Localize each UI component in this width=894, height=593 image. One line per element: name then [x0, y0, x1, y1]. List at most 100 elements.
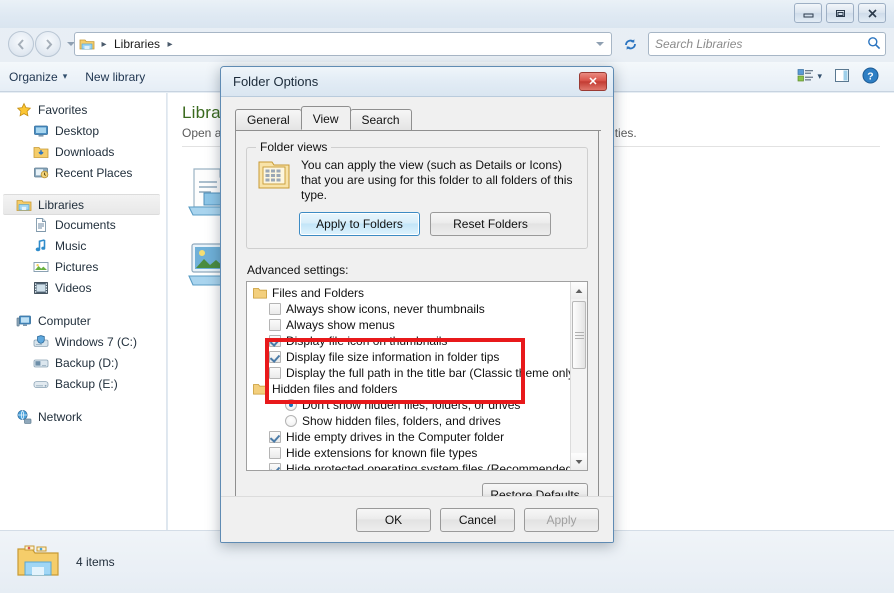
list-group-hidden-files-and-folders: Hidden files and folders — [247, 381, 570, 397]
list-item-display-full-path[interactable]: Display the full path in the title bar (… — [247, 365, 578, 381]
advanced-settings-list[interactable]: Files and Folders Always show icons, nev… — [246, 281, 588, 471]
list-group-files-and-folders: Files and Folders — [247, 285, 570, 301]
list-item-show-hidden[interactable]: Show hidden files, folders, and drives — [247, 413, 570, 429]
search-input[interactable]: Search Libraries — [648, 32, 886, 56]
scrollbar-thumb[interactable] — [572, 301, 586, 369]
list-item-display-file-icon-thumbnails[interactable]: Display file icon on thumbnails — [247, 333, 570, 349]
tab-general[interactable]: General — [235, 109, 302, 130]
scroll-down-button[interactable] — [571, 453, 587, 470]
sidebar-item-computer[interactable]: Computer — [0, 310, 166, 331]
checkbox[interactable] — [269, 431, 281, 443]
checkbox[interactable] — [269, 303, 281, 315]
list-item-hide-empty-drives[interactable]: Hide empty drives in the Computer folder — [247, 429, 570, 445]
apply-to-folders-button[interactable]: Apply to Folders — [299, 212, 420, 236]
tab-view[interactable]: View — [300, 106, 351, 130]
navigation-pane[interactable]: Favorites Desktop Downloads Recent Place… — [0, 93, 167, 530]
dialog-title: Folder Options — [233, 74, 319, 89]
folder-icon — [253, 287, 267, 299]
documents-icon — [33, 217, 49, 233]
network-icon — [16, 409, 32, 425]
dialog-tabs: General View Search — [235, 106, 601, 131]
checkbox[interactable] — [269, 351, 281, 363]
sidebar-item-recent-places[interactable]: Recent Places — [0, 162, 166, 183]
refresh-button[interactable] — [617, 32, 643, 56]
sidebar-item-pictures[interactable]: Pictures — [0, 256, 166, 277]
dialog-body: General View Search Folder views You can… — [221, 97, 613, 507]
scrollbar-grip-icon — [574, 330, 584, 341]
address-dropdown-icon[interactable] — [591, 34, 609, 54]
star-icon — [16, 102, 32, 118]
pictures-icon — [33, 259, 49, 275]
navigation-buttons — [8, 31, 77, 57]
radio-button[interactable] — [285, 415, 297, 427]
preview-pane-button[interactable] — [829, 65, 855, 89]
checkbox[interactable] — [269, 319, 281, 331]
tab-search[interactable]: Search — [349, 109, 412, 130]
sidebar-item-network[interactable]: Network — [0, 406, 166, 427]
sidebar-item-libraries[interactable]: Libraries — [3, 194, 160, 215]
checkbox[interactable] — [269, 463, 281, 470]
sidebar-item-favorites[interactable]: Favorites — [0, 99, 166, 120]
downloads-icon — [33, 144, 49, 160]
advanced-settings-items: Files and Folders Always show icons, nev… — [247, 282, 578, 470]
ok-button[interactable]: OK — [356, 507, 431, 532]
sidebar-label: Libraries — [38, 197, 85, 212]
list-item-hide-extensions[interactable]: Hide extensions for known file types — [247, 445, 570, 461]
sidebar-item-downloads[interactable]: Downloads — [0, 141, 166, 162]
list-item-display-file-size-folder-tips[interactable]: Display file size information in folder … — [247, 349, 570, 365]
nav-group-favorites: Favorites Desktop Downloads Recent Place… — [0, 99, 166, 183]
list-item-label: Always show menus — [286, 318, 395, 332]
checkbox[interactable] — [269, 367, 281, 379]
list-item-label: Hidden files and folders — [272, 382, 398, 396]
music-icon — [33, 238, 49, 254]
sidebar-item-backup-d[interactable]: Backup (D:) — [0, 352, 166, 373]
help-button[interactable]: ? — [857, 64, 884, 90]
folder-icon — [253, 383, 267, 395]
cancel-button[interactable]: Cancel — [440, 507, 515, 532]
breadcrumb-libraries[interactable]: Libraries — [111, 36, 163, 52]
organize-button[interactable]: Organize ▾ — [0, 66, 76, 88]
sidebar-item-videos[interactable]: Videos — [0, 277, 166, 298]
list-item-hide-protected-os-files[interactable]: Hide protected operating system files (R… — [247, 461, 576, 470]
sidebar-item-desktop[interactable]: Desktop — [0, 120, 166, 141]
sidebar-item-windows7-c[interactable]: Windows 7 (C:) — [0, 331, 166, 352]
change-view-button[interactable]: ▾ — [792, 65, 827, 89]
back-arrow-icon[interactable] — [8, 31, 34, 57]
checkbox[interactable] — [269, 335, 281, 347]
sidebar-label: Windows 7 (C:) — [55, 334, 138, 349]
list-item-always-show-menus[interactable]: Always show menus — [247, 317, 570, 333]
sidebar-item-music[interactable]: Music — [0, 235, 166, 256]
list-item-dont-show-hidden[interactable]: Don't show hidden files, folders, or dri… — [247, 397, 570, 413]
restore-button[interactable] — [826, 3, 854, 23]
list-scrollbar[interactable] — [570, 282, 587, 470]
folder-views-legend: Folder views — [256, 140, 332, 154]
sidebar-label: Favorites — [38, 102, 88, 117]
window-titlebar — [0, 0, 894, 28]
checkbox[interactable] — [269, 447, 281, 459]
list-item-label: Display the full path in the title bar (… — [286, 366, 579, 380]
dialog-close-button[interactable]: ✕ — [579, 72, 607, 91]
radio-button[interactable] — [285, 399, 297, 411]
sidebar-item-backup-e[interactable]: Backup (E:) — [0, 373, 166, 394]
dialog-titlebar: Folder Options ✕ — [221, 67, 613, 97]
folder-views-icon — [257, 158, 291, 203]
breadcrumb-separator: ▸ — [101, 38, 107, 50]
new-library-button[interactable]: New library — [76, 66, 154, 88]
list-item-label: Hide protected operating system files (R… — [286, 462, 577, 471]
subtitle-head: Open a — [182, 126, 222, 140]
address-bar[interactable]: ▸ Libraries ▸ — [74, 32, 612, 56]
scroll-up-button[interactable] — [571, 282, 587, 299]
minimize-button[interactable] — [794, 3, 822, 23]
address-bar-row: ▸ Libraries ▸ Search Libraries — [0, 28, 894, 62]
search-placeholder: Search Libraries — [655, 37, 743, 51]
list-item-label: Files and Folders — [272, 286, 365, 300]
list-item-label: Display file size information in folder … — [286, 350, 500, 364]
sidebar-item-documents[interactable]: Documents — [0, 214, 166, 235]
list-item-always-show-icons[interactable]: Always show icons, never thumbnails — [247, 301, 570, 317]
forward-arrow-icon[interactable] — [35, 31, 61, 57]
reset-folders-button[interactable]: Reset Folders — [430, 212, 551, 236]
list-item-label: Always show icons, never thumbnails — [286, 302, 485, 316]
breadcrumb-separator-2[interactable]: ▸ — [163, 39, 177, 50]
close-button[interactable] — [858, 3, 886, 23]
sidebar-label: Computer — [38, 313, 91, 328]
